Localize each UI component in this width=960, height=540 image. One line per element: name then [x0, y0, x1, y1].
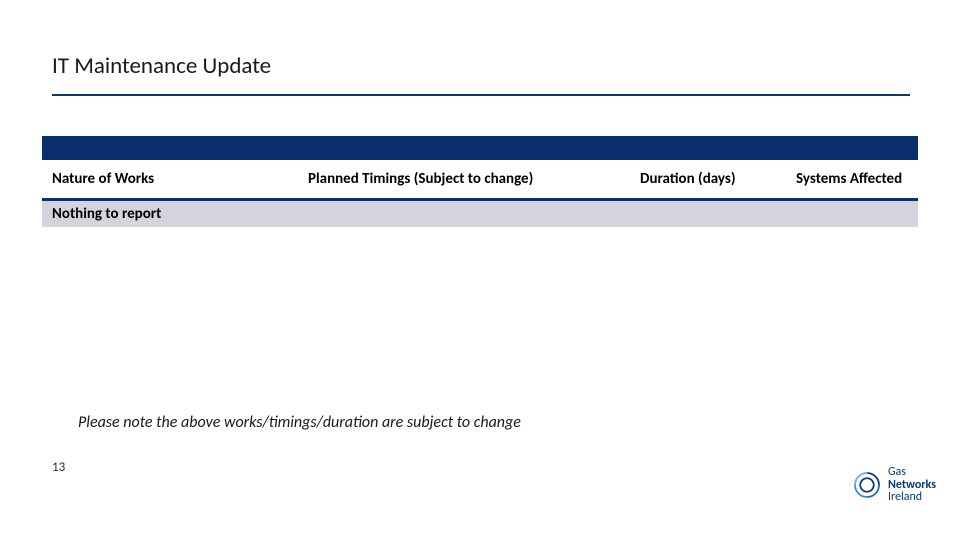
page-number: 13 [52, 460, 65, 475]
cell-duration [630, 201, 786, 227]
logo-line3: Ireland [888, 491, 936, 504]
slide: IT Maintenance Update Nature of Works Pl… [0, 0, 960, 540]
table-header-band [42, 136, 918, 160]
table-header-row: Nature of Works Planned Timings (Subject… [42, 160, 918, 199]
col-header-timing: Planned Timings (Subject to change) [298, 160, 630, 199]
brand-logo: Gas Networks Ireland [852, 466, 936, 504]
cell-systems [786, 201, 918, 227]
logo-icon [852, 470, 882, 500]
footnote: Please note the above works/timings/dura… [78, 413, 521, 432]
logo-text: Gas Networks Ireland [888, 466, 936, 504]
cell-nature: Nothing to report [42, 201, 298, 227]
col-header-duration: Duration (days) [630, 160, 786, 199]
title-underline [52, 94, 910, 96]
page-title: IT Maintenance Update [52, 52, 271, 80]
col-header-nature: Nature of Works [42, 160, 298, 199]
table-row: Nothing to report [42, 201, 918, 227]
cell-timing [298, 201, 630, 227]
maintenance-table: Nature of Works Planned Timings (Subject… [42, 136, 918, 227]
col-header-systems: Systems Affected [786, 160, 918, 199]
logo-line1: Gas [888, 466, 936, 479]
